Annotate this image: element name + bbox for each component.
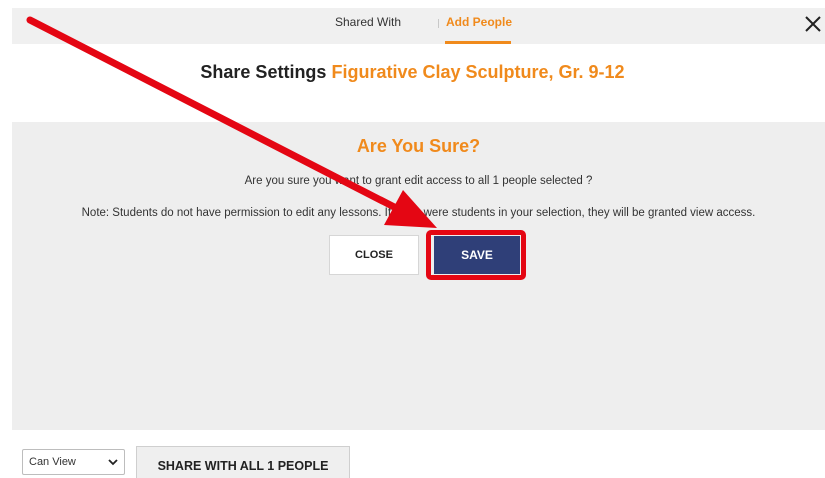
page-title: Share Settings Figurative Clay Sculpture… [0,62,825,83]
permission-select[interactable]: Can View [22,449,125,475]
confirm-dialog: Are You Sure? Are you sure you want to g… [12,122,825,430]
lesson-name: Figurative Clay Sculpture, Gr. 9-12 [331,62,625,82]
page-title-prefix: Share Settings [200,62,327,82]
dialog-note: Note: Students do not have permission to… [81,207,756,219]
close-button[interactable]: CLOSE [329,235,419,275]
permission-select-value: Can View [29,456,76,468]
tab-shared-with[interactable]: Shared With [335,8,401,44]
share-with-all-button[interactable]: SHARE WITH ALL 1 PEOPLE [136,446,350,478]
tab-add-people[interactable]: Add People [446,8,512,44]
dialog-question: Are you sure you want to grant edit acce… [244,175,593,187]
save-button[interactable]: SAVE [434,236,520,274]
close-icon[interactable] [803,14,823,34]
share-settings-modal: Shared With Add People Share Settings Fi… [0,0,825,478]
chevron-down-icon [108,459,118,466]
tab-divider [438,19,439,28]
tab-bar: Shared With Add People [12,8,825,44]
active-tab-indicator [445,41,511,44]
dialog-title: Are You Sure? [356,136,481,156]
